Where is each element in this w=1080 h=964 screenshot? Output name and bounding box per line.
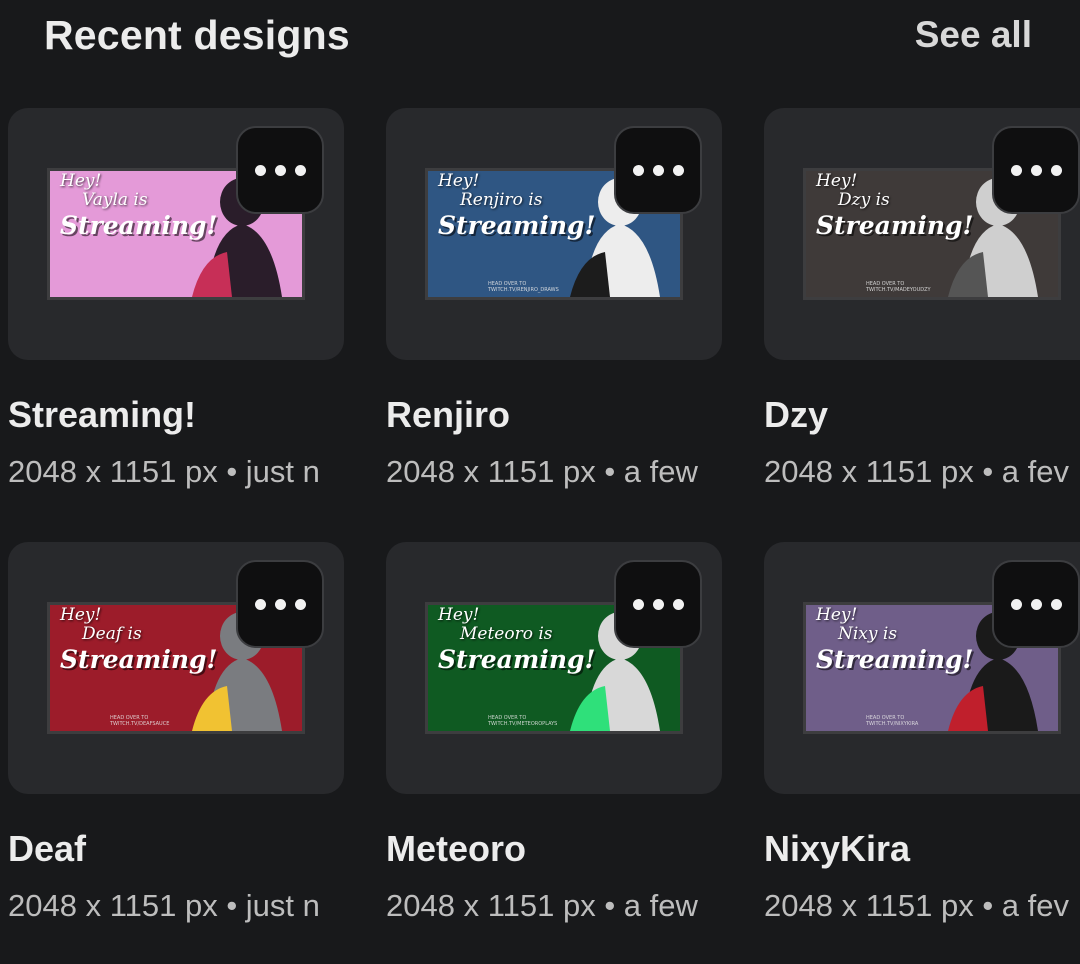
more-dot-icon	[294, 598, 306, 610]
thumbnail-streaming: Streaming!	[438, 211, 596, 240]
design-meta: 2048 x 1151 px • a few	[386, 888, 698, 923]
thumbnail-footnote: HEAD OVER TO TWITCH.TV/RENJIRO_DRAWS	[488, 281, 559, 293]
more-options-button[interactable]	[614, 560, 702, 648]
more-dot-icon	[632, 598, 644, 610]
design-title[interactable]: Deaf	[8, 828, 86, 870]
design-meta: 2048 x 1151 px • just n	[8, 888, 320, 923]
design-thumbnail-frame[interactable]: Hey! Meteoro is Streaming! HEAD OVER TO …	[386, 542, 722, 794]
more-dot-icon	[294, 164, 306, 176]
thumbnail-streaming: Streaming!	[60, 211, 218, 240]
design-title[interactable]: Streaming!	[8, 394, 196, 436]
design-meta: 2048 x 1151 px • just n	[8, 454, 320, 489]
thumbnail-footnote: HEAD OVER TO TWITCH.TV/MADEYOUDZY	[866, 281, 931, 293]
design-title[interactable]: Dzy	[764, 394, 828, 436]
design-thumbnail-frame[interactable]: Hey! Deaf is Streaming! HEAD OVER TO TWI…	[8, 542, 344, 794]
design-card[interactable]: Hey! Dzy is Streaming! HEAD OVER TO TWIT…	[764, 108, 1080, 489]
thumbnail-hey: Hey!	[816, 171, 858, 191]
more-dot-icon	[1010, 164, 1022, 176]
more-dot-icon	[672, 164, 684, 176]
thumbnail-footnote: HEAD OVER TO TWITCH.TV/METEOROPLAYS	[488, 715, 558, 727]
thumbnail-hey: Hey!	[60, 171, 102, 191]
design-card[interactable]: Hey! Nixy is Streaming! HEAD OVER TO TWI…	[764, 542, 1080, 923]
thumbnail-caption: Hey! Dzy is Streaming!	[816, 171, 974, 240]
more-dot-icon	[274, 164, 286, 176]
see-all-link[interactable]: See all	[915, 14, 1032, 56]
design-thumbnail-frame[interactable]: Hey! Dzy is Streaming! HEAD OVER TO TWIT…	[764, 108, 1080, 360]
section-title: Recent designs	[44, 12, 350, 58]
more-options-button[interactable]	[236, 126, 324, 214]
design-meta: 2048 x 1151 px • a few	[386, 454, 698, 489]
thumbnail-hey: Hey!	[438, 171, 480, 191]
thumbnail-caption: Hey! Vayla is Streaming!	[60, 171, 218, 240]
thumbnail-streaming: Streaming!	[816, 645, 974, 674]
thumbnail-caption: Hey! Renjiro is Streaming!	[438, 171, 596, 240]
design-card[interactable]: Hey! Renjiro is Streaming! HEAD OVER TO …	[386, 108, 722, 489]
thumbnail-caption: Hey! Nixy is Streaming!	[816, 605, 974, 674]
more-options-button[interactable]	[236, 560, 324, 648]
more-dot-icon	[254, 164, 266, 176]
thumbnail-name: Nixy is	[838, 624, 898, 644]
design-meta: 2048 x 1151 px • a fev	[764, 454, 1069, 489]
thumbnail-streaming: Streaming!	[438, 645, 596, 674]
thumbnail-streaming: Streaming!	[60, 645, 218, 674]
design-title[interactable]: Meteoro	[386, 828, 526, 870]
thumbnail-name: Deaf is	[82, 624, 142, 644]
thumbnail-hey: Hey!	[438, 605, 480, 625]
thumbnail-streaming: Streaming!	[816, 211, 974, 240]
more-dot-icon	[274, 598, 286, 610]
more-options-button[interactable]	[992, 126, 1080, 214]
more-dot-icon	[1030, 598, 1042, 610]
thumbnail-name: Meteoro is	[460, 624, 553, 644]
design-card[interactable]: Hey! Vayla is Streaming! Streaming! 2048…	[8, 108, 344, 489]
design-title[interactable]: NixyKira	[764, 828, 910, 870]
design-card[interactable]: Hey! Deaf is Streaming! HEAD OVER TO TWI…	[8, 542, 344, 923]
more-dot-icon	[652, 164, 664, 176]
more-dot-icon	[1010, 598, 1022, 610]
design-thumbnail-frame[interactable]: Hey! Renjiro is Streaming! HEAD OVER TO …	[386, 108, 722, 360]
thumbnail-caption: Hey! Deaf is Streaming!	[60, 605, 218, 674]
thumbnail-caption: Hey! Meteoro is Streaming!	[438, 605, 596, 674]
thumbnail-footnote: HEAD OVER TO TWITCH.TV/DEAFSAUCE	[110, 715, 170, 727]
thumbnail-hey: Hey!	[816, 605, 858, 625]
more-dot-icon	[1030, 164, 1042, 176]
more-options-button[interactable]	[992, 560, 1080, 648]
design-meta: 2048 x 1151 px • a fev	[764, 888, 1069, 923]
thumbnail-name: Dzy is	[838, 190, 890, 210]
thumbnail-name: Vayla is	[82, 190, 148, 210]
design-title[interactable]: Renjiro	[386, 394, 510, 436]
thumbnail-footnote: HEAD OVER TO TWITCH.TV/NIXYKIRA	[866, 715, 919, 727]
more-dot-icon	[672, 598, 684, 610]
thumbnail-name: Renjiro is	[460, 190, 543, 210]
more-dot-icon	[1050, 164, 1062, 176]
more-dot-icon	[254, 598, 266, 610]
design-thumbnail-frame[interactable]: Hey! Vayla is Streaming!	[8, 108, 344, 360]
more-options-button[interactable]	[614, 126, 702, 214]
more-dot-icon	[632, 164, 644, 176]
more-dot-icon	[652, 598, 664, 610]
design-card[interactable]: Hey! Meteoro is Streaming! HEAD OVER TO …	[386, 542, 722, 923]
thumbnail-hey: Hey!	[60, 605, 102, 625]
more-dot-icon	[1050, 598, 1062, 610]
design-thumbnail-frame[interactable]: Hey! Nixy is Streaming! HEAD OVER TO TWI…	[764, 542, 1080, 794]
